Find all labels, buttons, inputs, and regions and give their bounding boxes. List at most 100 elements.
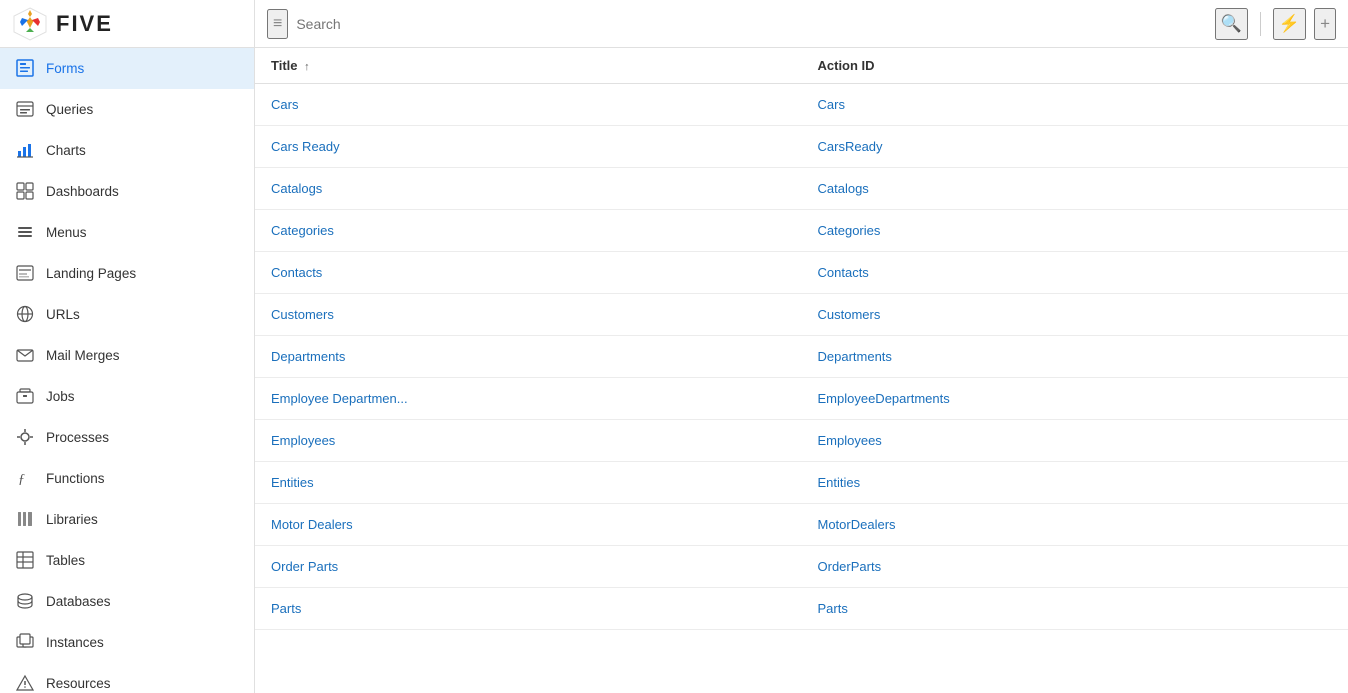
- sidebar-item-jobs-label: Jobs: [46, 389, 240, 404]
- table-row[interactable]: CatalogsCatalogs: [255, 168, 1348, 210]
- sidebar-item-charts[interactable]: Charts: [0, 130, 254, 171]
- col-header-action-id[interactable]: Action ID: [802, 48, 1348, 84]
- row-12-title: Parts: [255, 588, 802, 630]
- row-11-title: Order Parts: [255, 546, 802, 588]
- add-button[interactable]: +: [1314, 8, 1336, 40]
- row-9-title: Entities: [255, 462, 802, 504]
- table-row[interactable]: CarsCars: [255, 84, 1348, 126]
- row-9-action-id: Entities: [802, 462, 1348, 504]
- toolbar-divider: [1260, 12, 1261, 36]
- resources-icon: [14, 672, 36, 693]
- top-bar: ≡ 🔍 ⚡ +: [255, 0, 1348, 48]
- landing-pages-icon: [14, 262, 36, 284]
- add-icon: +: [1320, 14, 1330, 34]
- sidebar-item-processes-label: Processes: [46, 430, 240, 445]
- row-10-action-id: MotorDealers: [802, 504, 1348, 546]
- table-header: Title ↑ Action ID: [255, 48, 1348, 84]
- sidebar-item-instances[interactable]: Instances: [0, 622, 254, 663]
- libraries-icon: [14, 508, 36, 530]
- sidebar-item-urls-label: URLs: [46, 307, 240, 322]
- charts-icon: [14, 139, 36, 161]
- row-3-action-id: Categories: [802, 210, 1348, 252]
- row-2-title: Catalogs: [255, 168, 802, 210]
- sidebar-item-landing-pages-label: Landing Pages: [46, 266, 240, 281]
- svg-text:ƒ: ƒ: [18, 472, 25, 487]
- row-8-title: Employees: [255, 420, 802, 462]
- tables-icon: [14, 549, 36, 571]
- lightning-icon: ⚡: [1279, 14, 1300, 34]
- table-row[interactable]: CategoriesCategories: [255, 210, 1348, 252]
- sidebar-item-processes[interactable]: Processes: [0, 417, 254, 458]
- table-row[interactable]: CustomersCustomers: [255, 294, 1348, 336]
- sidebar-item-tables-label: Tables: [46, 553, 240, 568]
- filter-button[interactable]: ≡: [267, 9, 288, 39]
- row-5-title: Customers: [255, 294, 802, 336]
- sidebar-item-mail-merges[interactable]: Mail Merges: [0, 335, 254, 376]
- lightning-button[interactable]: ⚡: [1273, 8, 1306, 40]
- sidebar-item-landing-pages[interactable]: Landing Pages: [0, 253, 254, 294]
- forms-icon: [14, 57, 36, 79]
- sidebar-item-dashboards-label: Dashboards: [46, 184, 240, 199]
- dashboards-icon: [14, 180, 36, 202]
- search-input[interactable]: [296, 16, 1206, 32]
- row-1-action-id: CarsReady: [802, 126, 1348, 168]
- processes-icon: [14, 426, 36, 448]
- row-7-title: Employee Departmen...: [255, 378, 802, 420]
- sidebar-item-libraries-label: Libraries: [46, 512, 240, 527]
- sidebar-item-forms[interactable]: Forms: [0, 48, 254, 89]
- row-0-title: Cars: [255, 84, 802, 126]
- table-row[interactable]: Cars ReadyCarsReady: [255, 126, 1348, 168]
- sidebar-item-menus-label: Menus: [46, 225, 240, 240]
- row-8-action-id: Employees: [802, 420, 1348, 462]
- table-row[interactable]: EntitiesEntities: [255, 462, 1348, 504]
- five-logo-icon: [12, 6, 48, 42]
- table-row[interactable]: PartsParts: [255, 588, 1348, 630]
- sidebar-item-resources[interactable]: Resources: [0, 663, 254, 693]
- app-logo-text: FIVE: [56, 11, 113, 37]
- row-4-title: Contacts: [255, 252, 802, 294]
- sidebar-items-container: Forms Queries Charts Dashboards Menus Landing…: [0, 48, 254, 693]
- sort-arrow-title: ↑: [304, 61, 310, 73]
- sidebar: FIVE Forms Queries Charts Dashboards Menus La…: [0, 0, 255, 693]
- sidebar-item-charts-label: Charts: [46, 143, 240, 158]
- forms-table: Title ↑ Action ID CarsCarsCars ReadyCars…: [255, 48, 1348, 630]
- row-0-action-id: Cars: [802, 84, 1348, 126]
- urls-icon: [14, 303, 36, 325]
- sidebar-item-jobs[interactable]: Jobs: [0, 376, 254, 417]
- sidebar-item-queries[interactable]: Queries: [0, 89, 254, 130]
- search-icon: 🔍: [1221, 14, 1242, 34]
- row-3-title: Categories: [255, 210, 802, 252]
- row-12-action-id: Parts: [802, 588, 1348, 630]
- table-row[interactable]: Order PartsOrderParts: [255, 546, 1348, 588]
- main-panel: ≡ 🔍 ⚡ + Title ↑ Action I: [255, 0, 1348, 693]
- sidebar-item-queries-label: Queries: [46, 102, 240, 117]
- forms-table-container: Title ↑ Action ID CarsCarsCars ReadyCars…: [255, 48, 1348, 693]
- search-button[interactable]: 🔍: [1215, 8, 1248, 40]
- mail-merges-icon: [14, 344, 36, 366]
- table-row[interactable]: Motor DealersMotorDealers: [255, 504, 1348, 546]
- sidebar-item-forms-label: Forms: [46, 61, 240, 76]
- row-2-action-id: Catalogs: [802, 168, 1348, 210]
- row-5-action-id: Customers: [802, 294, 1348, 336]
- row-1-title: Cars Ready: [255, 126, 802, 168]
- instances-icon: [14, 631, 36, 653]
- col-header-title[interactable]: Title ↑: [255, 48, 802, 84]
- sidebar-item-resources-label: Resources: [46, 676, 240, 691]
- logo: FIVE: [0, 0, 254, 48]
- table-row[interactable]: DepartmentsDepartments: [255, 336, 1348, 378]
- sidebar-item-databases-label: Databases: [46, 594, 240, 609]
- table-row[interactable]: EmployeesEmployees: [255, 420, 1348, 462]
- sidebar-item-functions[interactable]: ƒ Functions: [0, 458, 254, 499]
- sidebar-item-urls[interactable]: URLs: [0, 294, 254, 335]
- sidebar-item-databases[interactable]: Databases: [0, 581, 254, 622]
- sidebar-item-libraries[interactable]: Libraries: [0, 499, 254, 540]
- sidebar-item-functions-label: Functions: [46, 471, 240, 486]
- table-row[interactable]: Employee Departmen...EmployeeDepartments: [255, 378, 1348, 420]
- jobs-icon: [14, 385, 36, 407]
- sidebar-item-dashboards[interactable]: Dashboards: [0, 171, 254, 212]
- sidebar-item-tables[interactable]: Tables: [0, 540, 254, 581]
- sidebar-item-instances-label: Instances: [46, 635, 240, 650]
- sidebar-item-mail-merges-label: Mail Merges: [46, 348, 240, 363]
- sidebar-item-menus[interactable]: Menus: [0, 212, 254, 253]
- table-row[interactable]: ContactsContacts: [255, 252, 1348, 294]
